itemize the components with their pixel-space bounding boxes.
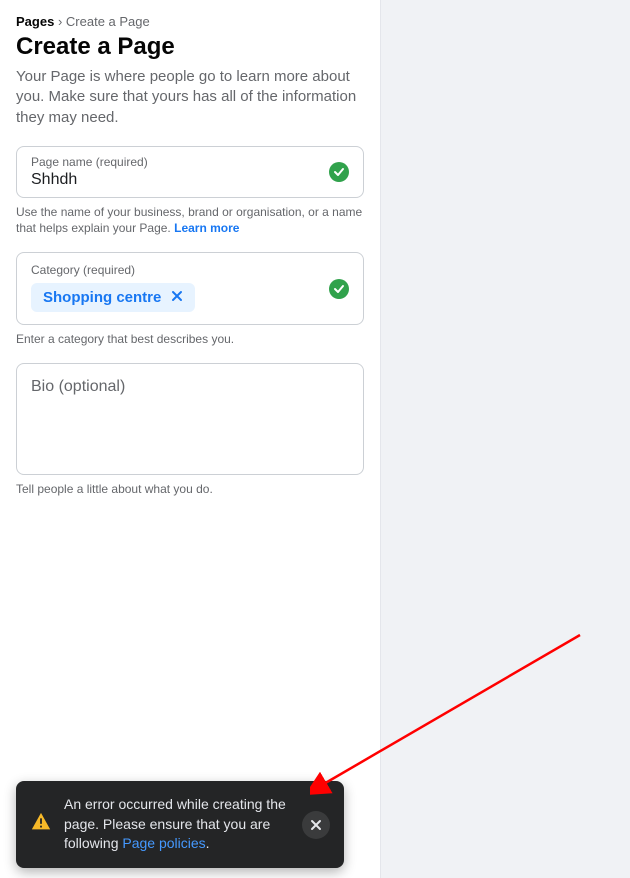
bio-helper: Tell people a little about what you do.: [16, 481, 364, 497]
breadcrumb: Pages › Create a Page: [16, 14, 364, 29]
page-policies-link[interactable]: Page policies: [122, 835, 205, 851]
page-subtitle: Your Page is where people go to learn mo…: [16, 67, 364, 128]
category-helper: Enter a category that best describes you…: [16, 331, 364, 347]
checkmark-icon: [329, 279, 349, 299]
close-toast-button[interactable]: [302, 811, 330, 839]
close-icon: [310, 819, 322, 831]
learn-more-link[interactable]: Learn more: [174, 221, 239, 235]
breadcrumb-sep: ›: [58, 14, 62, 29]
page-name-label: Page name (required): [31, 155, 349, 169]
preview-panel: [380, 0, 630, 878]
breadcrumb-current: Create a Page: [66, 14, 150, 29]
page-name-field[interactable]: Page name (required) Shhdh: [16, 146, 364, 198]
create-page-panel: Pages › Create a Page Create a Page Your…: [0, 0, 380, 878]
toast-message: An error occurred while creating the pag…: [64, 795, 290, 854]
category-chip-label: Shopping centre: [43, 289, 161, 306]
warning-icon: [30, 811, 52, 838]
checkmark-icon: [329, 162, 349, 182]
remove-chip-icon[interactable]: [171, 289, 183, 306]
bio-placeholder: Bio (optional): [31, 378, 349, 396]
category-field[interactable]: Category (required) Shopping centre: [16, 252, 364, 325]
bio-field[interactable]: Bio (optional): [16, 363, 364, 475]
page-name-value: Shhdh: [31, 171, 349, 189]
category-chip: Shopping centre: [31, 283, 195, 312]
breadcrumb-root[interactable]: Pages: [16, 14, 54, 29]
page-name-helper: Use the name of your business, brand or …: [16, 204, 364, 236]
category-label: Category (required): [31, 263, 349, 277]
error-toast: An error occurred while creating the pag…: [16, 781, 344, 868]
page-title: Create a Page: [16, 33, 364, 61]
